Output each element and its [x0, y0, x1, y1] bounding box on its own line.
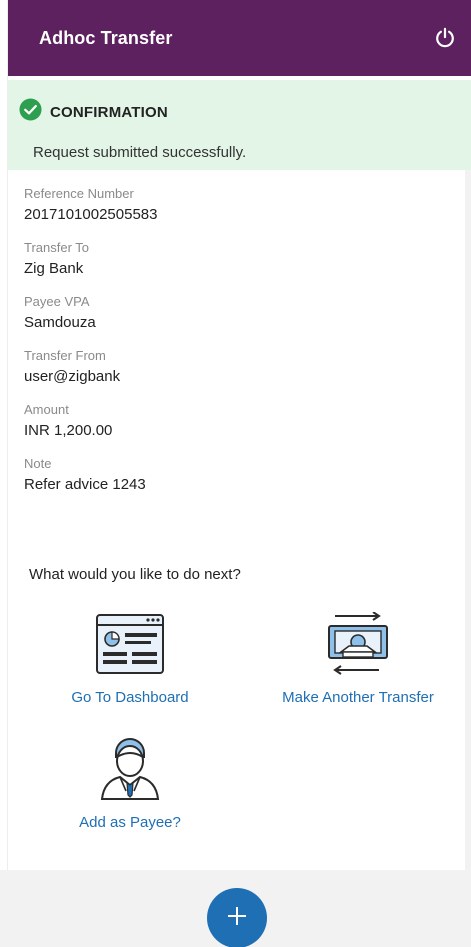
field-transfer-to: Transfer To Zig Bank — [24, 240, 454, 279]
confirmation-title: CONFIRMATION — [50, 103, 168, 121]
field-value: INR 1,200.00 — [24, 422, 113, 439]
make-another-transfer-button[interactable]: Make Another Transfer — [268, 611, 448, 706]
field-amount: Amount INR 1,200.00 — [24, 402, 454, 441]
dashboard-icon — [94, 612, 166, 681]
field-label: Amount — [24, 402, 69, 417]
go-to-dashboard-button[interactable]: Go To Dashboard — [58, 612, 202, 706]
transfer-details: Reference Number 2017101002505583 Transf… — [24, 186, 454, 510]
confirmation-banner: CONFIRMATION Request submitted successfu… — [8, 80, 471, 170]
field-label: Transfer To — [24, 240, 90, 255]
person-icon — [98, 735, 162, 806]
left-rail — [0, 0, 8, 870]
field-value: Samdouza — [24, 314, 96, 331]
power-icon[interactable] — [433, 26, 457, 50]
field-label: Payee VPA — [24, 294, 90, 309]
confirmation-message: Request submitted successfully. — [33, 144, 247, 161]
app-header: Adhoc Transfer — [8, 0, 471, 76]
field-reference-number: Reference Number 2017101002505583 — [24, 186, 454, 225]
add-fab-button[interactable] — [207, 888, 267, 947]
confirmation-header: CONFIRMATION — [19, 98, 471, 126]
field-label: Note — [24, 456, 52, 471]
field-label: Transfer From — [24, 348, 106, 363]
field-transfer-from: Transfer From user@zigbank — [24, 348, 454, 387]
action-label: Make Another Transfer — [282, 689, 434, 706]
add-as-payee-button[interactable]: Add as Payee? — [70, 735, 190, 831]
field-value: 2017101002505583 — [24, 206, 158, 223]
next-question: What would you like to do next? — [29, 566, 241, 583]
right-rail — [465, 170, 471, 870]
action-label: Add as Payee? — [79, 814, 181, 831]
field-value: Zig Bank — [24, 260, 84, 277]
plus-icon — [225, 904, 249, 933]
field-note: Note Refer advice 1243 — [24, 456, 454, 495]
page-title: Adhoc Transfer — [39, 27, 173, 48]
action-label: Go To Dashboard — [71, 689, 189, 706]
field-payee-vpa: Payee VPA Samdouza — [24, 294, 454, 333]
field-value: Refer advice 1243 — [24, 476, 146, 493]
field-value: user@zigbank — [24, 368, 121, 385]
money-transfer-icon — [321, 611, 395, 681]
check-circle-icon — [19, 98, 42, 126]
field-label: Reference Number — [24, 186, 134, 201]
